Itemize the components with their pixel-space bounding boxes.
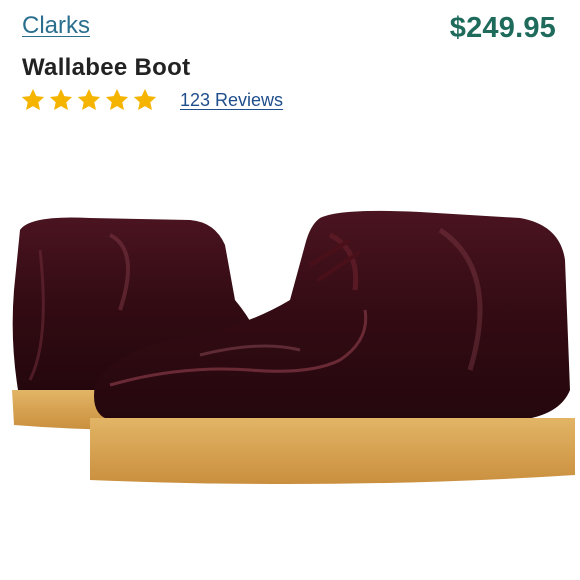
star-icon	[133, 88, 157, 110]
boot-image	[12, 210, 575, 484]
star-icon	[21, 88, 45, 110]
star-icon	[77, 88, 101, 110]
product-image	[0, 190, 580, 510]
brand-link[interactable]: Clarks	[22, 12, 90, 40]
star-icon	[105, 88, 129, 110]
star-rating	[20, 87, 158, 113]
rating-row: 123 Reviews	[20, 86, 283, 114]
product-price: $249.95	[449, 12, 556, 44]
star-icon	[49, 88, 73, 110]
reviews-link[interactable]: 123 Reviews	[180, 90, 283, 111]
product-title: Wallabee Boot	[22, 54, 191, 81]
